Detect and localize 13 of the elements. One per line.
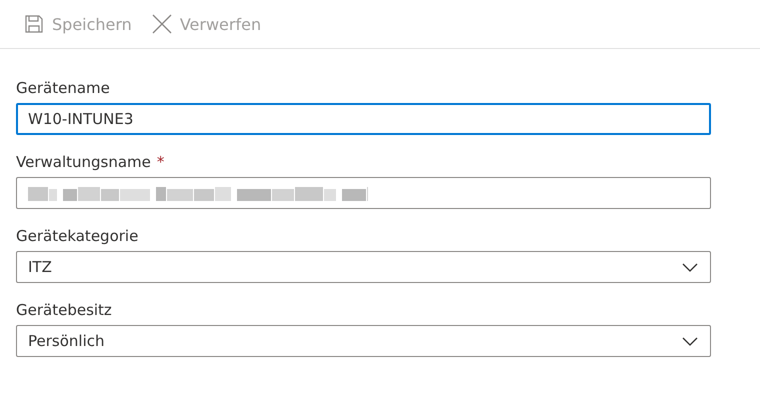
close-icon [152, 14, 172, 34]
field-label: Gerätebesitz [16, 300, 112, 318]
field-label: Gerätename [16, 78, 110, 96]
required-mark: * [156, 152, 164, 170]
chevron-down-icon [682, 336, 698, 346]
save-icon [24, 14, 44, 34]
input-field[interactable]: W10-INTUNE3 [16, 103, 711, 135]
field-label: Gerätekategorie [16, 226, 138, 244]
input-field[interactable] [16, 177, 711, 209]
chevron-down-icon [682, 262, 698, 272]
dropdown[interactable]: ITZ [16, 251, 711, 283]
field-label: Verwaltungsname [16, 152, 151, 170]
dropdown[interactable]: Persönlich [16, 325, 711, 357]
